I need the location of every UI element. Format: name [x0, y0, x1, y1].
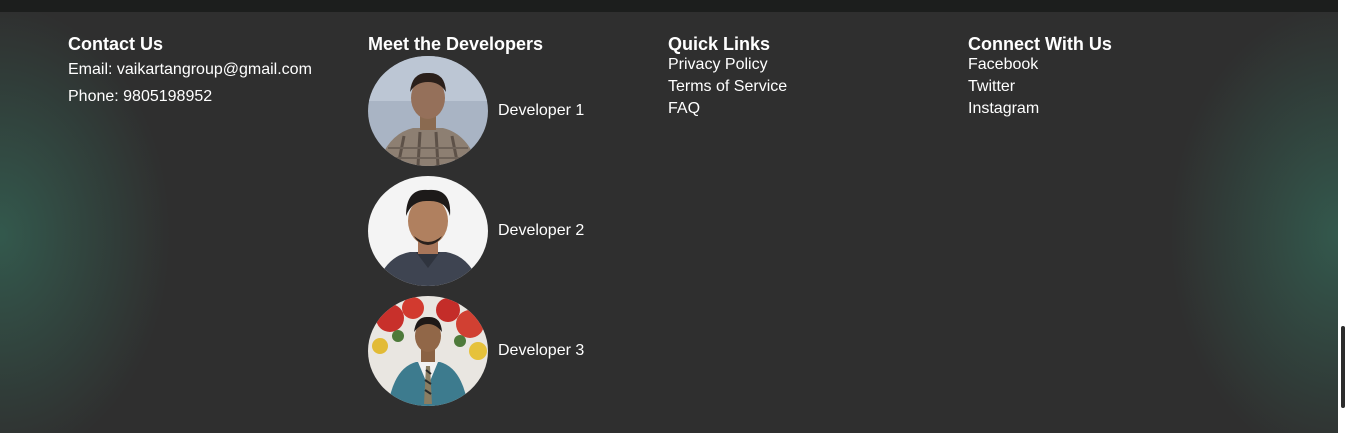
connect-title: Connect With Us	[968, 34, 1112, 54]
developer-3-photo	[368, 296, 488, 406]
developer-card: Developer 2	[368, 176, 584, 286]
developer-card: Developer 1	[368, 56, 584, 166]
contact-title: Contact Us	[68, 34, 164, 54]
developer-card: Developer 3	[368, 296, 584, 406]
contact-phone: Phone: 9805198952	[68, 88, 213, 105]
footer: Contact Us Email: vaikartangroup@gmail.c…	[0, 0, 1345, 433]
connect-section: Connect With Us Facebook Twitter Instagr…	[968, 34, 1112, 120]
scrollbar-thumb[interactable]	[1341, 326, 1345, 408]
contact-section: Contact Us Email: vaikartangroup@gmail.c…	[68, 34, 312, 113]
instagram-link[interactable]: Instagram	[968, 98, 1112, 120]
developer-2-photo	[368, 176, 488, 286]
contact-email: Email: vaikartangroup@gmail.com	[68, 61, 312, 78]
facebook-link[interactable]: Facebook	[968, 54, 1112, 76]
quick-links-title: Quick Links	[668, 34, 771, 54]
developer-1-name: Developer 1	[498, 102, 585, 119]
privacy-policy-link[interactable]: Privacy Policy	[668, 54, 787, 76]
quick-links-section: Quick Links Privacy Policy Terms of Serv…	[668, 34, 787, 120]
top-bar	[0, 0, 1338, 12]
faq-link[interactable]: FAQ	[668, 98, 787, 120]
developers-title: Meet the Developers	[368, 34, 544, 54]
developer-1-photo	[368, 56, 488, 166]
developers-section: Meet the Developers Developer 1 Develope…	[368, 34, 584, 416]
twitter-link[interactable]: Twitter	[968, 76, 1112, 98]
terms-of-service-link[interactable]: Terms of Service	[668, 76, 787, 98]
developer-3-name: Developer 3	[498, 342, 585, 359]
developer-2-name: Developer 2	[498, 222, 585, 239]
